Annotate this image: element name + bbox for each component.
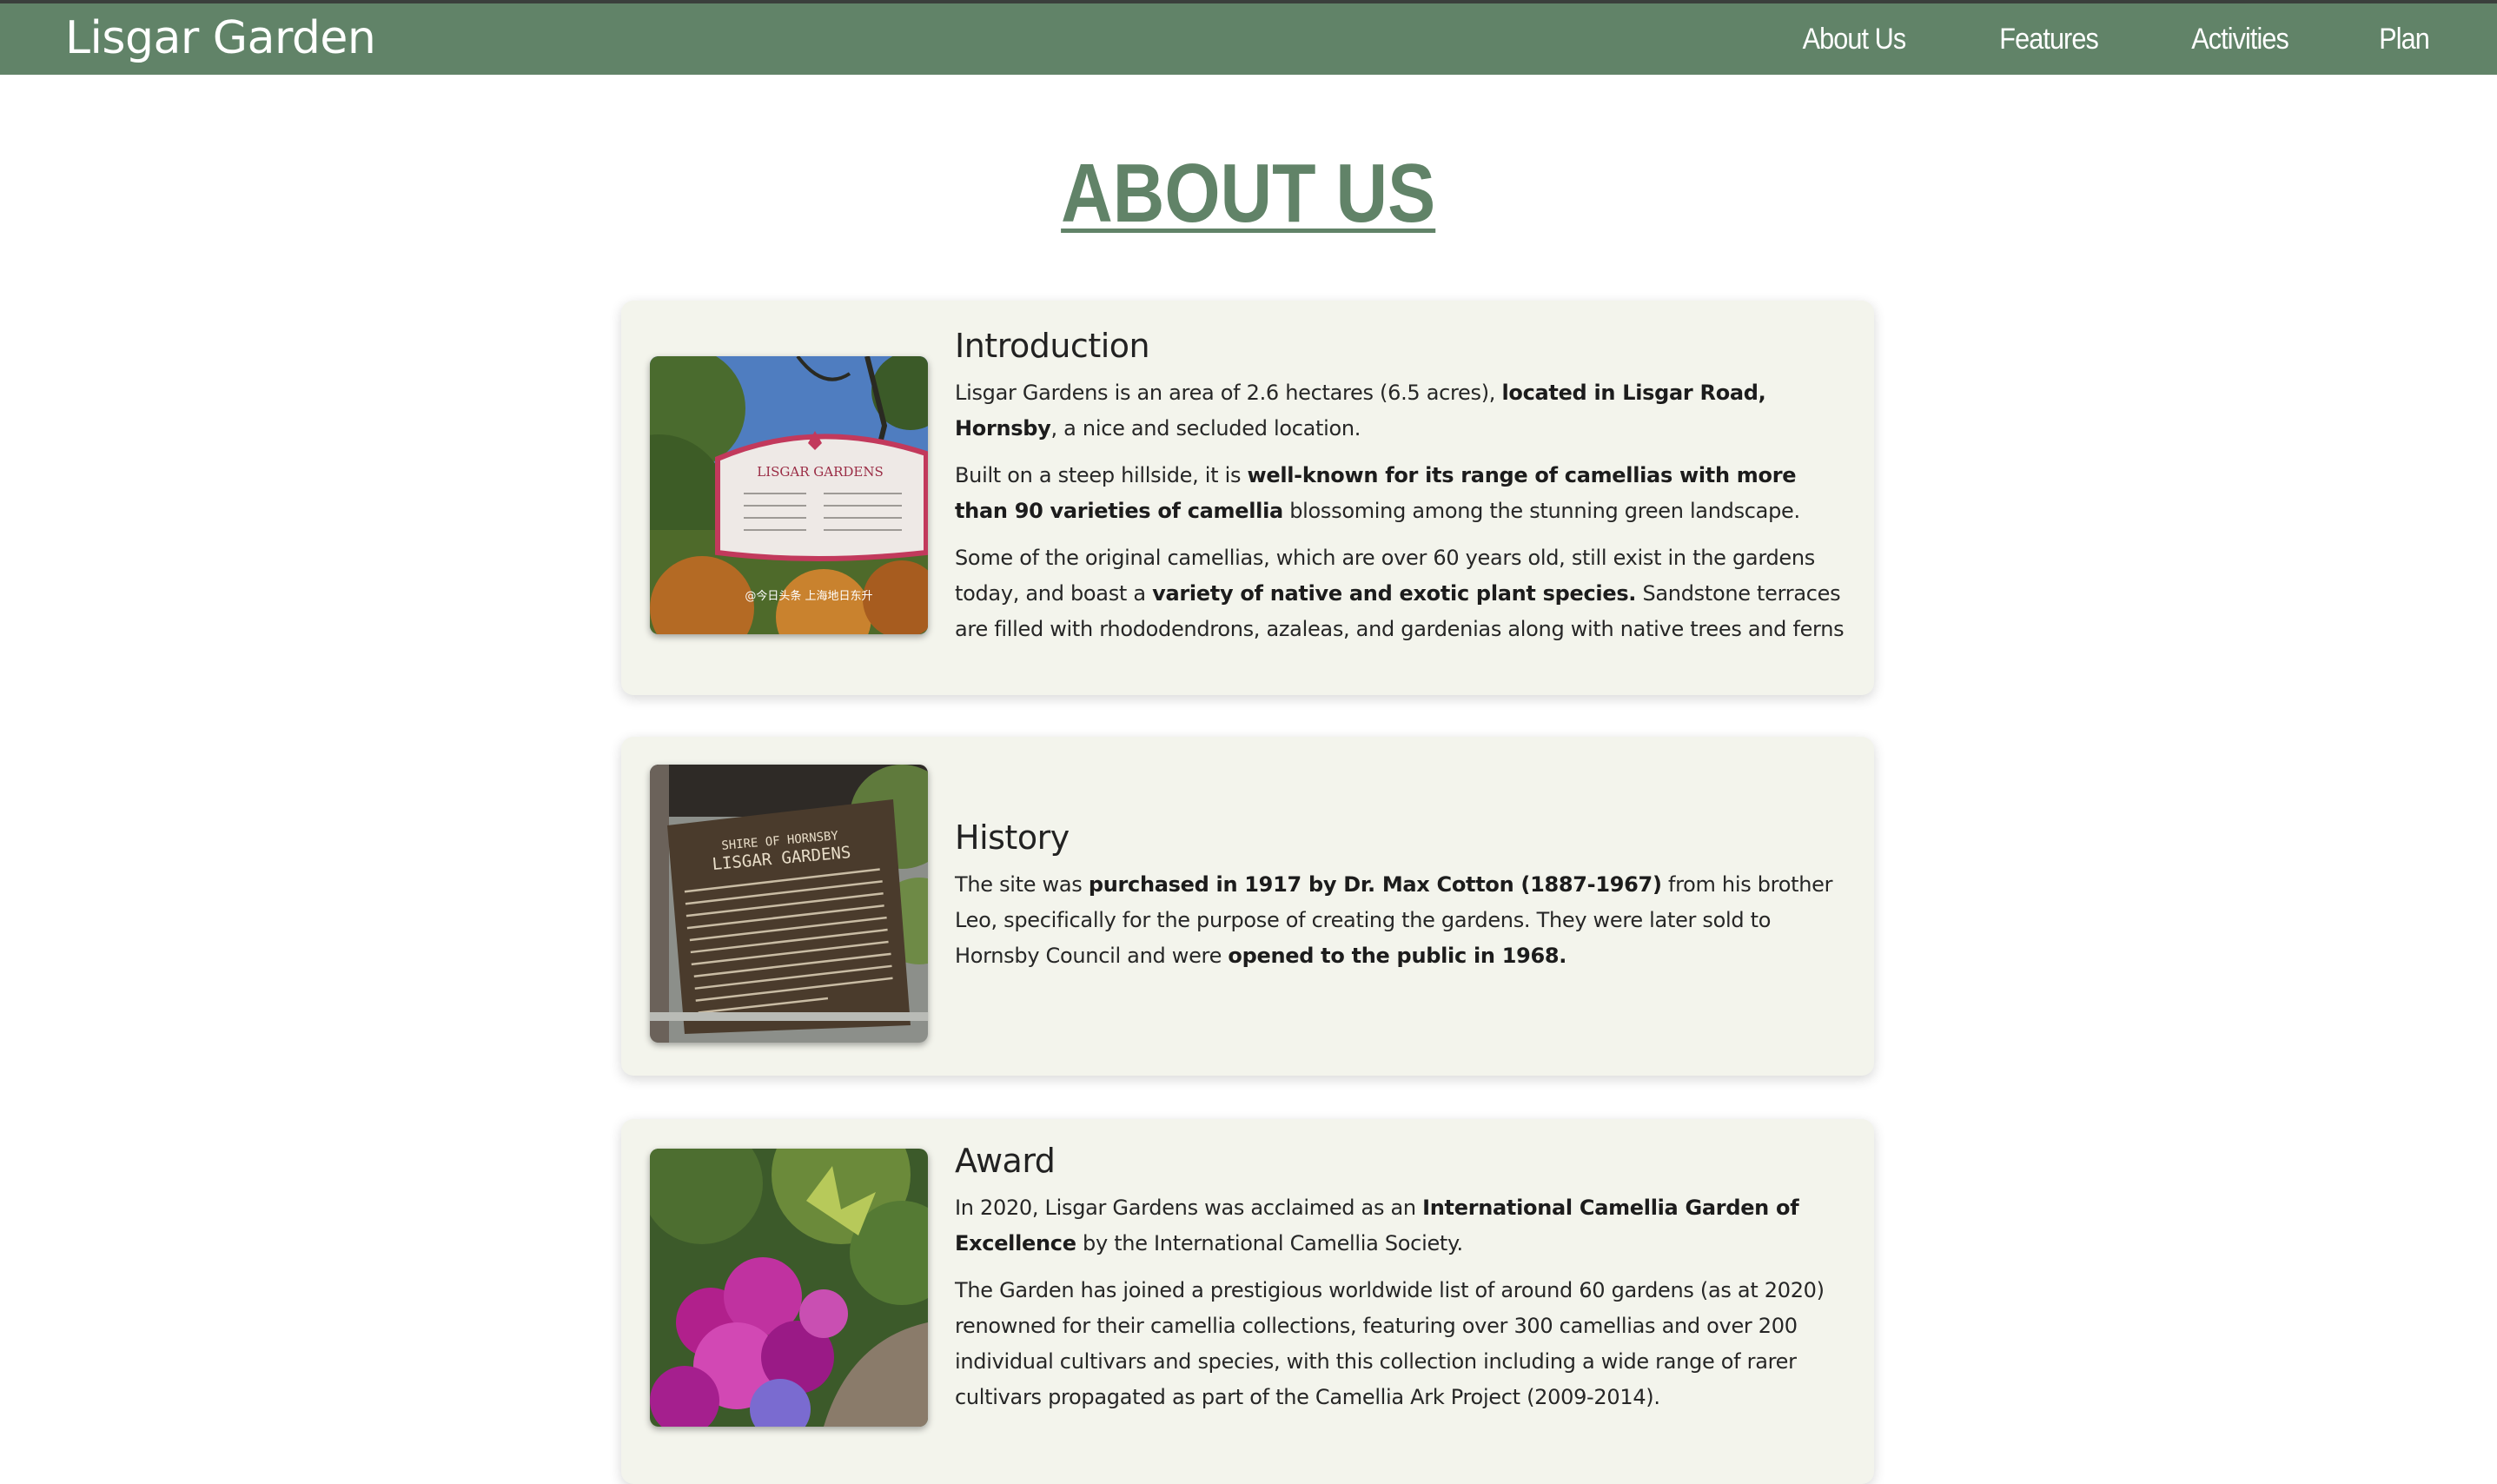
award-paragraph: The Garden has joined a prestigious worl… (955, 1273, 1848, 1415)
award-body: Award In 2020, Lisgar Gardens was acclai… (955, 1142, 1848, 1427)
history-paragraph: The site was purchased in 1917 by Dr. Ma… (955, 867, 1848, 974)
award-paragraph: In 2020, Lisgar Gardens was acclaimed as… (955, 1190, 1848, 1262)
page-title-wrap: ABOUT US (0, 146, 2497, 242)
emphasis-text: variety of native and exotic plant speci… (1152, 581, 1637, 606)
intro-heading: Introduction (955, 327, 1150, 365)
intro-body: Introduction Lisgar Gardens is an area o… (955, 327, 1848, 659)
nav-about-us[interactable]: About Us (1802, 23, 1906, 56)
nav-activities[interactable]: Activities (2191, 23, 2289, 56)
main-nav: About Us Features Activities Plan (1714, 3, 2432, 75)
body-text: Lisgar Gardens is an area of 2.6 hectare… (955, 381, 1502, 405)
award-heading: Award (955, 1142, 1056, 1180)
award-card: Award In 2020, Lisgar Gardens was acclai… (621, 1119, 1874, 1484)
body-text: , a nice and secluded location. (1050, 416, 1361, 441)
nav-plan[interactable]: Plan (2379, 23, 2430, 56)
body-text: The site was (955, 872, 1089, 897)
history-card: SHIRE OF HORNSBY LISGAR GARDENS History … (621, 737, 1874, 1076)
history-heading: History (955, 818, 1070, 857)
body-text: The Garden has joined a prestigious worl… (955, 1278, 1825, 1409)
photo-watermark: @今日头条 上海地日东升 (745, 589, 872, 603)
sign-label: LISGAR GARDENS (757, 464, 884, 480)
body-text: In 2020, Lisgar Gardens was acclaimed as… (955, 1196, 1423, 1220)
history-body: History The site was purchased in 1917 b… (955, 818, 1848, 985)
site-brand[interactable]: Lisgar Garden (65, 7, 376, 70)
body-text: Built on a steep hillside, it is (955, 463, 1248, 487)
garden-sign-photo: LISGAR GARDENS @今日头条 上海地日东升 (650, 356, 928, 634)
intro-paragraph: Some of the original camellias, which ar… (955, 540, 1848, 647)
history-plaque-photo: SHIRE OF HORNSBY LISGAR GARDENS (650, 765, 928, 1043)
emphasis-text: opened to the public in 1968. (1228, 944, 1567, 968)
nav-features[interactable]: Features (1999, 23, 2098, 56)
flowers-photo (650, 1149, 928, 1427)
emphasis-text: purchased in 1917 by Dr. Max Cotton (188… (1088, 872, 1662, 897)
intro-paragraph: Built on a steep hillside, it is well-kn… (955, 458, 1848, 529)
body-text: by the International Camellia Society. (1076, 1231, 1463, 1255)
intro-card: LISGAR GARDENS @今日头条 上海地日东升 Introduction… (621, 301, 1874, 695)
intro-paragraph: Lisgar Gardens is an area of 2.6 hectare… (955, 375, 1848, 447)
page-title: ABOUT US (1061, 147, 1436, 240)
top-nav-bar: Lisgar Garden About Us Features Activiti… (0, 0, 2497, 75)
body-text: blossoming among the stunning green land… (1282, 499, 1800, 523)
